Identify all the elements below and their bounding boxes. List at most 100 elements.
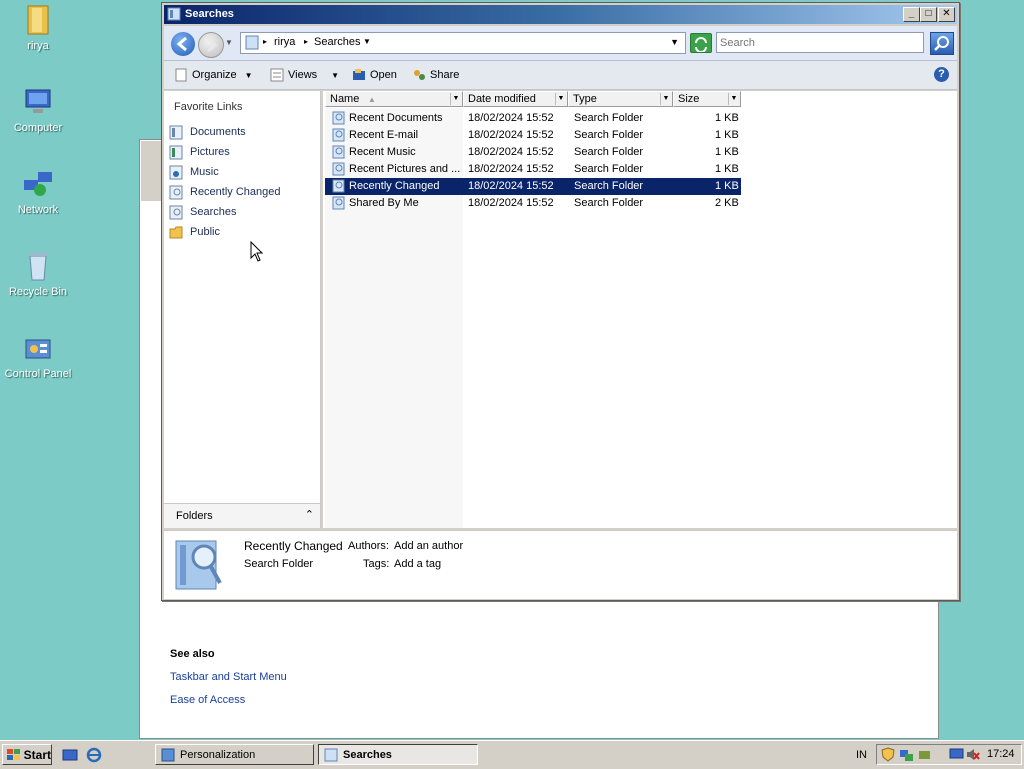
- nav-item-searches[interactable]: Searches: [169, 203, 236, 221]
- search-input[interactable]: [717, 33, 923, 52]
- column-filter-dropdown-icon[interactable]: ▼: [728, 93, 739, 105]
- search-folder-icon: [332, 196, 345, 210]
- nav-item-label: Recently Changed: [190, 186, 281, 198]
- nav-item-label: Pictures: [190, 146, 230, 158]
- share-button[interactable]: Share: [412, 68, 459, 82]
- search-input-wrap[interactable]: [716, 32, 924, 53]
- breadcrumb-separator-icon[interactable]: ▸: [304, 37, 308, 46]
- cell-name: Recent Documents: [349, 112, 443, 124]
- cell-name: Recent Music: [349, 146, 416, 158]
- share-icon: [414, 70, 425, 80]
- nav-item-pictures[interactable]: Pictures: [169, 143, 230, 161]
- link-taskbar-start-menu[interactable]: Taskbar and Start Menu: [170, 671, 287, 683]
- help-icon[interactable]: ?: [934, 67, 949, 82]
- breadcrumb-rirya[interactable]: rirya: [274, 36, 295, 48]
- desktop-icon-label: Recycle Bin: [8, 286, 68, 298]
- internet-explorer-icon[interactable]: [86, 747, 102, 763]
- cell-size: 1 KB: [715, 180, 739, 192]
- close-button[interactable]: ✕: [938, 7, 955, 22]
- search-folder-icon: [324, 748, 338, 761]
- column-filter-dropdown-icon[interactable]: ▼: [555, 93, 566, 105]
- column-header-name[interactable]: Name ▲ ▼: [325, 91, 463, 107]
- start-button[interactable]: Start: [2, 744, 52, 765]
- nav-item-public[interactable]: Public: [169, 223, 220, 241]
- column-header-size[interactable]: Size ▼: [673, 91, 741, 107]
- table-row[interactable]: Recent Documents 18/02/2024 15:52 Search F…: [325, 110, 741, 127]
- clock[interactable]: 17:24: [987, 748, 1015, 760]
- address-dropdown-icon[interactable]: ▼: [670, 37, 679, 47]
- folder-icon: [169, 226, 183, 238]
- recent-pages-chevron-icon[interactable]: ▼: [225, 38, 233, 47]
- forward-button[interactable]: [198, 32, 224, 58]
- column-header-type[interactable]: Type ▼: [568, 91, 673, 107]
- open-button[interactable]: Open: [352, 68, 397, 82]
- desktop-icon-label: Control Panel: [4, 368, 72, 380]
- refresh-button[interactable]: [690, 33, 712, 53]
- nav-item-music[interactable]: Music: [169, 163, 219, 181]
- nav-item-recently-changed[interactable]: Recently Changed: [169, 183, 281, 201]
- column-filter-dropdown-icon[interactable]: ▼: [660, 93, 671, 105]
- desktop-icon-control-panel[interactable]: Control Panel: [0, 332, 76, 380]
- details-authors-label: Authors:: [348, 540, 389, 552]
- desktop-icon-network[interactable]: Network: [0, 168, 76, 216]
- column-filter-dropdown-icon[interactable]: ▼: [450, 93, 461, 105]
- desktop-icon-recycle-bin[interactable]: Recycle Bin: [0, 250, 76, 298]
- folders-label: Folders: [176, 510, 213, 522]
- window-edge: [141, 141, 163, 201]
- cell-type: Search Folder: [574, 163, 644, 175]
- folders-toggle[interactable]: Folders ⌃: [164, 503, 320, 528]
- cell-size: 1 KB: [715, 112, 739, 124]
- taskbar: Start Personalization Searches IN 17:24: [0, 740, 1024, 769]
- details-tags-value[interactable]: Add a tag: [394, 558, 441, 570]
- nav-item-label: Music: [190, 166, 219, 178]
- language-indicator[interactable]: IN: [856, 749, 867, 761]
- column-label: Date modified: [468, 93, 536, 105]
- nav-item-documents[interactable]: Documents: [169, 123, 246, 141]
- security-shield-icon[interactable]: [881, 747, 896, 762]
- cell-size: 2 KB: [715, 197, 739, 209]
- column-label: Name: [330, 93, 360, 105]
- volume-muted-icon[interactable]: [965, 747, 980, 762]
- network-status-icon[interactable]: [899, 747, 914, 762]
- minimize-button[interactable]: _: [903, 7, 920, 22]
- maximize-button[interactable]: □: [920, 7, 937, 22]
- details-authors-value[interactable]: Add an author: [394, 540, 463, 552]
- views-button[interactable]: Views ▼: [270, 68, 339, 82]
- views-label: Views: [288, 69, 318, 81]
- cell-type: Search Folder: [574, 112, 644, 124]
- back-arrow-icon: [176, 36, 187, 52]
- open-icon: [353, 69, 365, 80]
- organize-button[interactable]: Organize ▼: [174, 68, 253, 82]
- breadcrumb-dropdown-icon[interactable]: ▼: [363, 37, 371, 46]
- column-label: Size: [678, 93, 700, 105]
- breadcrumb-separator-icon: ▸: [263, 37, 268, 46]
- pictures-icon: [169, 145, 183, 159]
- file-list: Name ▲ ▼ Date modified ▼ Type ▼ Size ▼ R…: [323, 91, 957, 528]
- table-row[interactable]: Shared By Me 18/02/2024 15:52 Search Folde…: [325, 195, 741, 212]
- address-box[interactable]: ▸ rirya ▸ Searches ▼ ▼: [240, 32, 686, 54]
- title-bar[interactable]: Searches _ □ ✕: [164, 5, 957, 24]
- table-row[interactable]: Recent E-mail 18/02/2024 15:52 Search Fold…: [325, 127, 741, 144]
- show-desktop-icon[interactable]: [62, 748, 78, 762]
- back-button[interactable]: [171, 32, 195, 56]
- chevron-down-icon: ▼: [331, 70, 340, 80]
- search-folder-icon: [332, 145, 345, 159]
- column-header-date-modified[interactable]: Date modified ▼: [463, 91, 568, 107]
- table-row[interactable]: Recent Music 18/02/2024 15:52 Search Folde…: [325, 144, 741, 161]
- taskbar-task-personalization[interactable]: Personalization: [155, 744, 314, 765]
- desktop-icon-computer[interactable]: Computer: [0, 86, 76, 134]
- table-row[interactable]: Recent Pictures and ... 18/02/2024 15:52 S…: [325, 161, 741, 178]
- cell-name: Shared By Me: [349, 197, 419, 209]
- search-folder-icon: [332, 179, 345, 193]
- search-button[interactable]: [930, 32, 954, 55]
- table-row[interactable]: Recently Changed 18/02/2024 15:52 Search F…: [325, 178, 741, 195]
- cell-type: Search Folder: [574, 129, 644, 141]
- display-icon[interactable]: [949, 747, 964, 762]
- windows-logo-icon: [7, 748, 20, 760]
- searches-window: Searches _ □ ✕ ▼ ▸ rirya ▸ Searches ▼ ▼: [161, 2, 960, 601]
- taskbar-task-searches[interactable]: Searches: [318, 744, 478, 765]
- link-ease-of-access[interactable]: Ease of Access: [170, 694, 245, 706]
- safely-remove-hardware-icon[interactable]: [917, 747, 932, 762]
- breadcrumb-searches[interactable]: Searches: [314, 36, 360, 48]
- desktop-icon-user[interactable]: rirya: [0, 4, 76, 52]
